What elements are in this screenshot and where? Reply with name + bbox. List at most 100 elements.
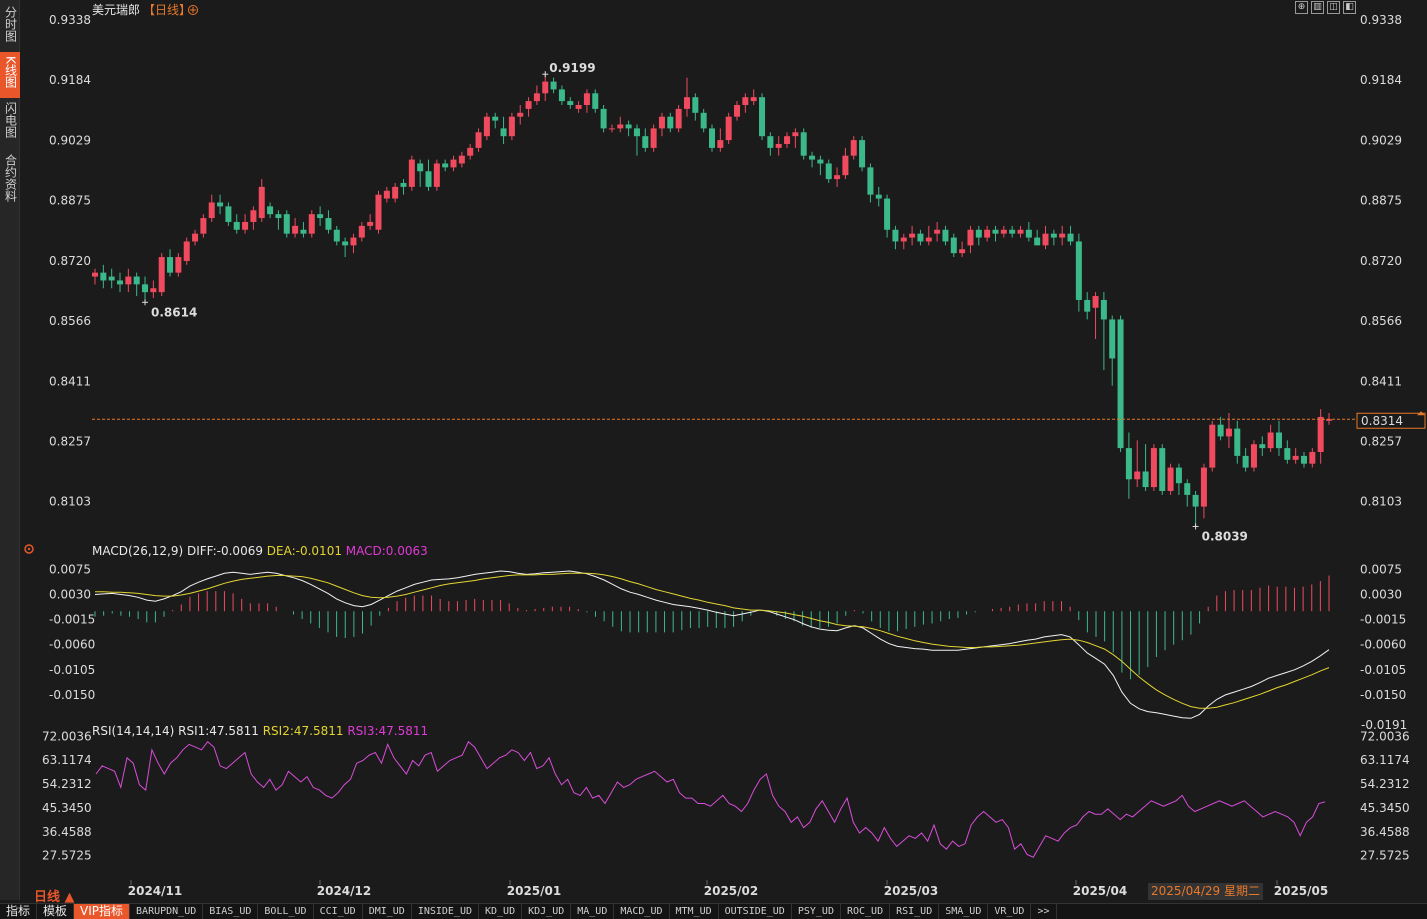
candle	[1067, 225, 1074, 246]
candle	[308, 210, 315, 238]
price-tick-label: 0.9184	[1360, 73, 1402, 87]
indicator-tab[interactable]: BARUPDN_UD	[130, 904, 204, 919]
toggle-icon[interactable]: ◧	[1343, 1, 1356, 14]
candle-body	[1217, 424, 1224, 437]
diff-line	[94, 570, 1330, 719]
candle	[859, 136, 866, 172]
tab-indicator[interactable]: 指标	[0, 904, 38, 919]
candle	[475, 128, 482, 152]
indicator-tab[interactable]: >>	[1031, 904, 1057, 919]
indicator-tab[interactable]: DMI_UD	[363, 904, 412, 919]
price-tick-label: 0.8720	[1360, 254, 1402, 268]
candle	[1109, 315, 1116, 386]
macd-tick-label: -0.0060	[49, 638, 95, 652]
candle	[408, 155, 415, 191]
indicator-tab[interactable]: KDJ_UD	[522, 904, 572, 919]
indicator-tab[interactable]: PSY_UD	[792, 904, 841, 919]
indicator-tab[interactable]: MTM_UD	[670, 904, 719, 919]
candle-body	[425, 171, 432, 187]
candle-body	[292, 225, 299, 234]
candle-body	[575, 104, 582, 109]
indicator-tab[interactable]: BOLL_UD	[258, 904, 314, 919]
indicator-tab[interactable]: VR_UD	[988, 904, 1032, 919]
candle	[967, 225, 974, 254]
candle-body	[125, 276, 132, 285]
candle	[267, 202, 274, 219]
indicator-tab[interactable]: ROC_UD	[841, 904, 891, 919]
candle-body	[208, 202, 215, 219]
tab-template[interactable]: 模板	[37, 904, 75, 919]
indicator-tab[interactable]: OUTSIDE_UD	[719, 904, 792, 919]
candle	[975, 225, 982, 246]
price-tick-label: 0.9029	[1360, 133, 1402, 147]
indicator-tab[interactable]: MA_UD	[571, 904, 615, 919]
candle-body	[1100, 299, 1107, 320]
indicator-tab[interactable]: KD_UD	[479, 904, 523, 919]
candle-body	[400, 182, 407, 187]
chart-canvas[interactable]: 美元瑞郎 【日线】 0.9338 0.9184 0.9029 0.8875 0.8720…	[0, 0, 1427, 919]
candle	[467, 143, 474, 160]
candle	[850, 136, 857, 160]
candle	[500, 116, 507, 144]
candle-body	[1034, 237, 1041, 246]
candle	[1092, 292, 1099, 339]
candle	[1100, 292, 1107, 371]
candle-body	[225, 206, 232, 222]
candle	[800, 128, 807, 160]
candle-body	[1192, 494, 1199, 507]
rsi-pane: RSI(14,14,14) RSI1:47.5811 RSI2:47.5811 …	[42, 724, 1410, 863]
candle-body	[1092, 296, 1099, 308]
candle-body	[642, 136, 649, 148]
candle	[1250, 440, 1257, 472]
candle	[567, 97, 574, 109]
candle-body	[383, 190, 390, 199]
candle	[517, 104, 524, 125]
extreme-label: 0.9199	[549, 61, 595, 75]
candle	[1217, 416, 1224, 441]
candle	[775, 136, 782, 156]
candle	[550, 77, 557, 94]
macd-header: MACD(26,12,9) DIFF:-0.0069 DEA:-0.0101 M…	[92, 544, 428, 558]
candle	[759, 93, 766, 141]
candle-body	[675, 108, 682, 129]
crosshair-icon[interactable]: ⊕	[1295, 1, 1308, 14]
candle-body	[492, 116, 499, 121]
candle	[133, 272, 140, 297]
candle	[333, 225, 340, 246]
candle-body	[942, 229, 949, 242]
candle	[825, 159, 832, 183]
candle-body	[1292, 455, 1299, 460]
candle	[875, 186, 882, 207]
candle	[1084, 292, 1091, 320]
indicator-tab[interactable]: CCI_UD	[314, 904, 363, 919]
candle	[992, 225, 999, 242]
candle-body	[108, 276, 115, 281]
candle	[984, 225, 991, 242]
candle	[1242, 448, 1249, 472]
layout-icon[interactable]: ◫	[1327, 1, 1340, 14]
candle-body	[367, 221, 374, 226]
candle	[750, 89, 757, 105]
candle	[1075, 233, 1082, 312]
candle-body	[1025, 229, 1032, 238]
tab-vip-indicator[interactable]: VIP指标	[74, 904, 131, 919]
candle-body	[117, 280, 124, 285]
candle	[342, 237, 349, 258]
indicator-tab[interactable]: BIAS_UD	[203, 904, 259, 919]
indicator-tab[interactable]: RSI_UD	[890, 904, 940, 919]
price-tick-label: 0.9338	[1360, 13, 1402, 27]
candle	[142, 276, 149, 303]
bar-chart-icon[interactable]: ▥	[1311, 1, 1324, 14]
candle-body	[967, 229, 974, 246]
candle-body	[892, 229, 899, 242]
indicator-tab[interactable]: INSIDE_UD	[412, 904, 479, 919]
indicator-tab[interactable]: SMA_UD	[939, 904, 989, 919]
candle-body	[300, 229, 307, 234]
candle-body	[700, 112, 707, 129]
candle	[317, 206, 324, 226]
candle-body	[875, 194, 882, 199]
candle-body	[558, 89, 565, 102]
candle-body	[458, 155, 465, 164]
indicator-tab[interactable]: MACD_UD	[614, 904, 670, 919]
candle-body	[91, 272, 99, 277]
